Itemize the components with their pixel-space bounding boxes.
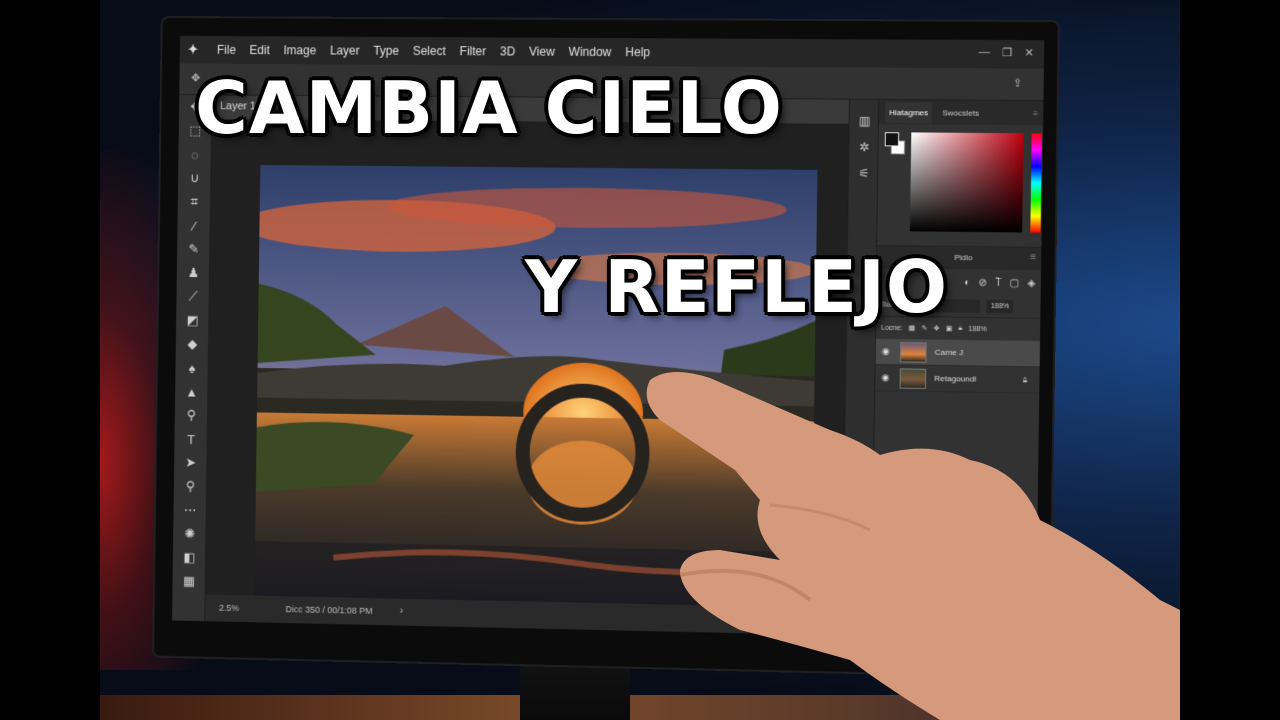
brush-tool-icon[interactable]: ✎ xyxy=(177,237,210,261)
sparkle-tool-icon[interactable]: ✺ xyxy=(173,522,206,546)
menu-filter[interactable]: Filter xyxy=(460,44,487,58)
letterbox-right xyxy=(1180,0,1280,720)
panel-menu-icon[interactable]: ≡ xyxy=(1030,252,1036,263)
title-line-2: Y REFLEJO xyxy=(525,245,948,329)
eraser-tool-icon[interactable]: ◩ xyxy=(176,308,209,332)
app-logo-icon[interactable]: ✦ xyxy=(188,42,204,58)
scene: ✦ File Edit Image Layer Type Select Filt… xyxy=(0,0,1280,720)
minimize-icon[interactable]: — xyxy=(978,46,989,59)
landscape-photo xyxy=(254,165,817,609)
title-line-1: CAMBIA CIELO xyxy=(195,66,783,150)
panel-menu-icon[interactable]: ≡ xyxy=(1033,109,1038,118)
menu-select[interactable]: Select xyxy=(413,44,446,58)
bucket-tool-icon[interactable]: ◆ xyxy=(176,332,209,356)
zoom-level[interactable]: 2.5% xyxy=(219,603,239,613)
desk xyxy=(100,695,1180,720)
sharpen-tool-icon[interactable]: ▲ xyxy=(175,380,208,404)
window-controls: — ❐ ✕ xyxy=(978,46,1033,59)
color-swatches-icon[interactable]: ◧ xyxy=(173,545,206,569)
layer-name[interactable]: Retagoundl xyxy=(934,374,976,384)
color-picker-field[interactable] xyxy=(910,132,1024,232)
path-select-tool-icon[interactable]: ➤ xyxy=(174,451,207,475)
type-tool-icon[interactable]: T xyxy=(174,427,207,451)
history-icon[interactable]: ▥ xyxy=(849,108,880,134)
tab-layers[interactable]: Pidlo xyxy=(954,253,972,262)
dodge-tool-icon[interactable]: ⚲ xyxy=(175,403,208,427)
menu-image[interactable]: Image xyxy=(283,43,316,57)
layer-row[interactable]: ◉ Carne J xyxy=(876,339,1040,368)
fill-input[interactable]: 188% xyxy=(968,325,986,332)
layer-thumbnail xyxy=(900,368,927,389)
document-area: Layer 1 xyxy=(205,95,849,635)
magnet-tool-icon[interactable]: ∪ xyxy=(178,166,211,190)
crop-tool-icon[interactable]: ⌗ xyxy=(178,190,211,214)
eye-icon[interactable]: ◉ xyxy=(881,372,891,383)
blur-tool-icon[interactable]: ♠ xyxy=(175,356,208,380)
menu-help[interactable]: Help xyxy=(625,45,650,59)
menu-type[interactable]: Type xyxy=(373,44,399,58)
hue-slider[interactable] xyxy=(1030,133,1042,232)
filter-adjust-icon[interactable]: ⊘ xyxy=(978,277,987,288)
tab-histogram[interactable]: Hiatagmes xyxy=(885,101,932,123)
restore-icon[interactable]: ❐ xyxy=(1002,46,1012,59)
lock-all-icon[interactable]: 🔒︎ xyxy=(958,325,962,333)
menu-file[interactable]: File xyxy=(217,43,236,57)
document-info: Dicc 350 / 00/1:08 PM xyxy=(285,604,372,616)
stamp-tool-icon[interactable]: ♟ xyxy=(177,261,210,285)
layer-name[interactable]: Carne J xyxy=(935,348,964,357)
opacity-input[interactable]: 188% xyxy=(987,300,1014,313)
filter-shape-icon[interactable]: ▢ xyxy=(1010,277,1020,288)
history-brush-icon[interactable]: ⟋ xyxy=(176,285,209,309)
eyedropper-tool-icon[interactable]: ⁄ xyxy=(177,214,210,238)
share-icon[interactable]: ⇪ xyxy=(1013,77,1028,91)
chevron-right-icon[interactable]: › xyxy=(400,605,404,617)
image-canvas[interactable] xyxy=(254,165,817,609)
menu-layer[interactable]: Layer xyxy=(330,44,360,58)
filter-pixel-icon[interactable]: ◐ xyxy=(964,277,970,288)
menu-window[interactable]: Window xyxy=(569,45,612,59)
properties-icon[interactable]: ⚟ xyxy=(849,160,880,186)
right-panels: Hiatagmes Swocslets ≡ Pidlo ≡ ◐ ⊘ T ▢ ◈ … xyxy=(872,100,1044,640)
letterbox-left xyxy=(0,0,100,720)
tab-swatches[interactable]: Swocslets xyxy=(942,108,979,117)
filter-smart-icon[interactable]: ◈ xyxy=(1027,278,1035,289)
menu-edit[interactable]: Edit xyxy=(249,43,269,57)
layer-thumbnail xyxy=(900,342,927,363)
color-panel-tabs: Hiatagmes Swocslets ≡ xyxy=(879,100,1044,125)
more-tools-icon[interactable]: ⋯ xyxy=(173,498,206,522)
adjust-icon[interactable]: ✲ xyxy=(849,134,880,160)
zoom-tool-icon[interactable]: ⚲ xyxy=(174,474,207,498)
eye-icon[interactable]: ◉ xyxy=(882,346,892,357)
layer-row[interactable]: ◉ Retagoundl 🔒︎ xyxy=(875,365,1039,394)
foreground-color-swatch[interactable] xyxy=(885,132,899,146)
menu-view[interactable]: View xyxy=(529,45,555,59)
lock-icon[interactable]: 🔒︎ xyxy=(1023,375,1028,385)
filter-type-icon[interactable]: T xyxy=(995,277,1001,288)
quick-mask-icon[interactable]: ▦ xyxy=(172,569,205,593)
menu-3d[interactable]: 3D xyxy=(500,44,515,58)
close-icon[interactable]: ✕ xyxy=(1024,46,1034,59)
